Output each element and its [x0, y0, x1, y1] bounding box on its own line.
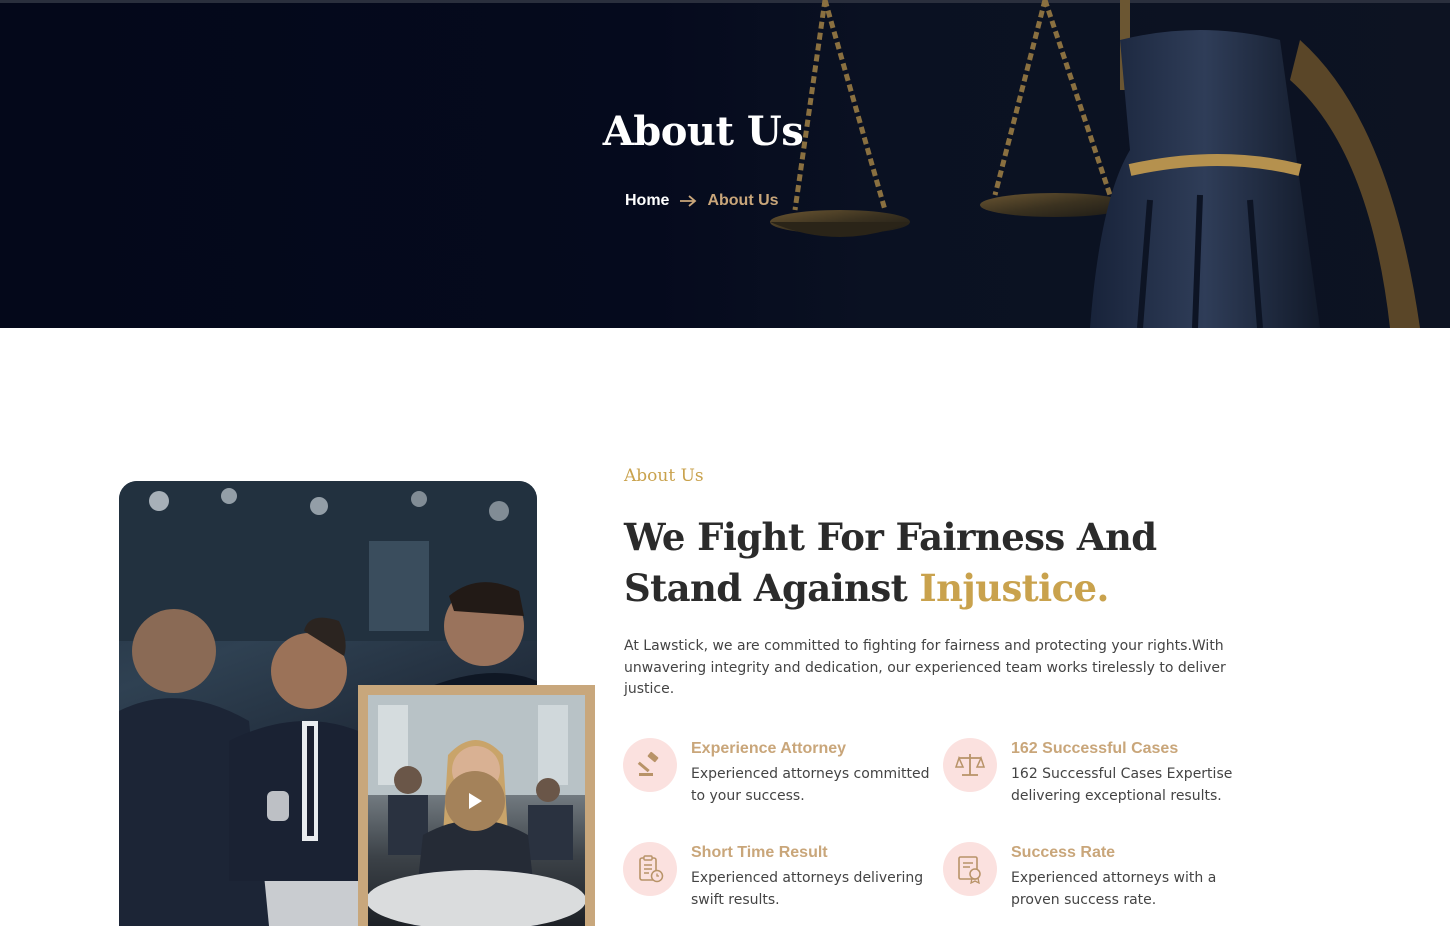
- scales-icon: [943, 738, 997, 792]
- feature-description: Experienced attorneys delivering swift r…: [691, 870, 924, 908]
- feature-experience-attorney: Experience Attorney Experienced attorney…: [623, 738, 929, 818]
- heading-accent-text: Injustice.: [919, 566, 1109, 610]
- video-thumbnail[interactable]: [368, 695, 585, 926]
- feature-success-rate: Success Rate Experienced attorneys with …: [943, 842, 1243, 922]
- clipboard-clock-icon: [623, 842, 677, 896]
- feature-description: Experienced attorneys with a proven succ…: [1011, 870, 1217, 908]
- gavel-icon: [623, 738, 677, 792]
- play-button[interactable]: [445, 771, 505, 831]
- play-icon: [469, 793, 482, 809]
- feature-title: Short Time Result: [691, 844, 828, 861]
- page-title: About Us: [602, 108, 804, 155]
- justice-statue-image: [770, 0, 1420, 328]
- feature-short-time-result: Short Time Result Experienced attorneys …: [623, 842, 923, 922]
- section-eyebrow: About Us: [624, 466, 704, 486]
- feature-description: Experienced attorneys committed to your …: [691, 766, 930, 804]
- feature-title: 162 Successful Cases: [1011, 740, 1179, 757]
- breadcrumb: Home About Us: [625, 190, 779, 212]
- section-heading: We Fight For Fairness And Stand Against …: [624, 512, 1264, 614]
- intro-paragraph: At Lawstick, we are committed to fightin…: [624, 638, 1226, 697]
- breadcrumb-current: About Us: [707, 192, 779, 209]
- feature-title: Success Rate: [1011, 844, 1116, 861]
- arrow-right-icon: [680, 195, 697, 207]
- feature-description: 162 Successful Cases Expertise deliverin…: [1011, 766, 1233, 804]
- page-hero: About Us Home About Us: [0, 0, 1450, 328]
- breadcrumb-home-link[interactable]: Home: [625, 192, 669, 210]
- feature-successful-cases: 162 Successful Cases 162 Successful Case…: [943, 738, 1243, 818]
- feature-title: Experience Attorney: [691, 740, 847, 757]
- video-thumbnail-frame: [358, 685, 595, 926]
- certificate-icon: [943, 842, 997, 896]
